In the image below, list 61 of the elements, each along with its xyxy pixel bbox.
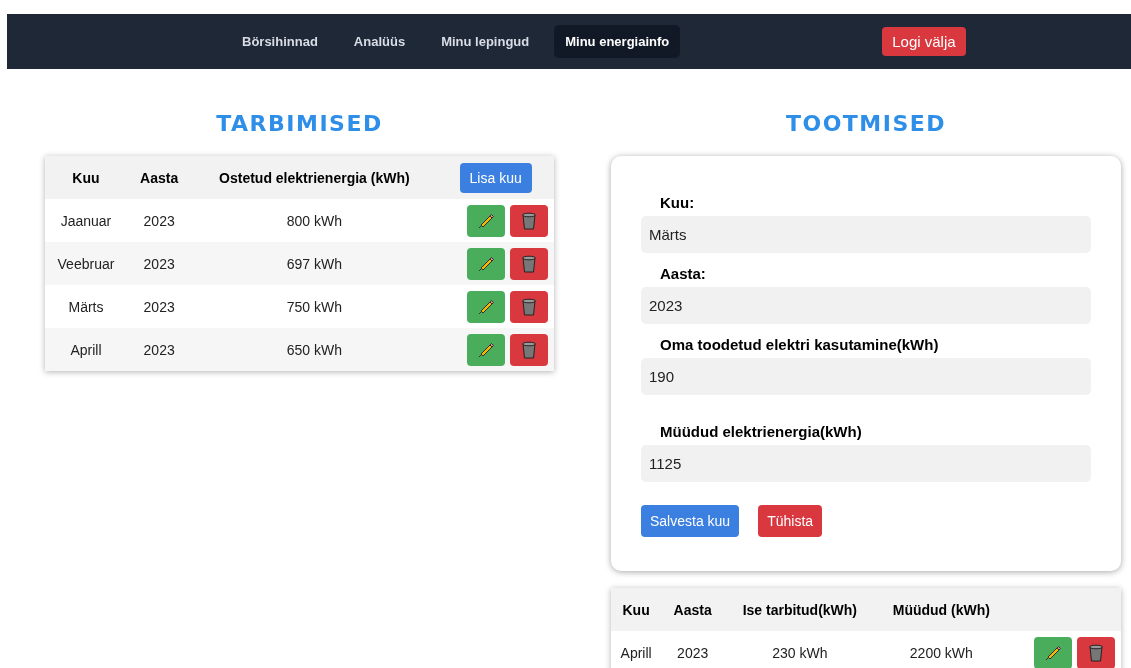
input-field[interactable]: 2023: [641, 287, 1091, 324]
pencil-icon: [477, 211, 495, 230]
table-cell: 2023: [126, 328, 192, 371]
column-header: Kuu: [611, 588, 662, 631]
table-cell: 230 kWh: [724, 631, 876, 668]
table-cell: 697 kWh: [191, 242, 438, 285]
delete-button[interactable]: [510, 204, 548, 237]
pencil-icon: [477, 254, 495, 273]
table-cell: 2023: [126, 199, 192, 242]
delete-button[interactable]: [510, 290, 548, 323]
field-label: Oma toodetud elektri kasutamine(kWh): [660, 336, 940, 353]
trash-icon: [521, 211, 537, 230]
pencil-icon: [477, 340, 495, 359]
column-header: Aasta: [661, 588, 725, 631]
edit-button[interactable]: [467, 333, 505, 366]
table-cell: 800 kWh: [191, 199, 438, 242]
column-header: Aasta: [126, 156, 192, 199]
table-cell: Veebruar: [45, 242, 127, 285]
add-month-button[interactable]: Lisa kuu: [459, 162, 532, 193]
save-button[interactable]: Salvesta kuu: [641, 505, 740, 537]
nav-link[interactable]: Börsihinnad: [231, 25, 329, 58]
delete-button[interactable]: [510, 247, 548, 280]
pencil-icon: [1044, 643, 1062, 662]
input-field[interactable]: 1125: [641, 445, 1091, 482]
edit-button[interactable]: [467, 204, 505, 237]
table-cell: Aprill: [611, 631, 662, 668]
pencil-icon: [477, 297, 495, 316]
section-title: TARBIMISED: [216, 111, 383, 136]
column-header: Müüdud (kWh): [875, 588, 1008, 631]
trash-icon: [1088, 643, 1104, 662]
table-cell: 2200 kWh: [875, 631, 1008, 668]
nav-link[interactable]: Minu lepingud: [430, 25, 541, 58]
table-cell: Aprill: [45, 328, 127, 371]
table-cell: 650 kWh: [191, 328, 438, 371]
column-header: Ise tarbitud(kWh): [724, 588, 876, 631]
input-field[interactable]: Märts: [641, 216, 1091, 253]
trash-icon: [521, 254, 537, 273]
delete-button[interactable]: [1077, 636, 1115, 668]
trash-icon: [521, 340, 537, 359]
table-cell: 2023: [661, 631, 725, 668]
field-label: Aasta:: [660, 265, 707, 282]
edit-button[interactable]: [1034, 636, 1072, 668]
edit-button[interactable]: [467, 290, 505, 323]
nav-link[interactable]: Minu energiainfo: [554, 25, 681, 58]
trash-icon: [521, 297, 537, 316]
table-cell: Jaanuar: [45, 199, 127, 242]
cancel-button[interactable]: Tühista: [758, 505, 823, 537]
nav-link[interactable]: Analüüs: [342, 25, 417, 58]
table-cell: 750 kWh: [191, 285, 438, 328]
field-label: Kuu:: [660, 194, 696, 211]
delete-button[interactable]: [510, 333, 548, 366]
table-cell: Märts: [45, 285, 127, 328]
input-field[interactable]: 190: [641, 358, 1091, 395]
table-cell: 2023: [126, 285, 192, 328]
table-cell: 2023: [126, 242, 192, 285]
section-title: TOOTMISED: [785, 111, 947, 136]
logout-button[interactable]: Logi välja: [882, 27, 966, 56]
column-header: Kuu: [45, 156, 127, 199]
edit-button[interactable]: [467, 247, 505, 280]
field-label: Müüdud elektrienergia(kWh): [660, 423, 863, 440]
column-header: Ostetud elektrienergia (kWh): [191, 156, 438, 199]
